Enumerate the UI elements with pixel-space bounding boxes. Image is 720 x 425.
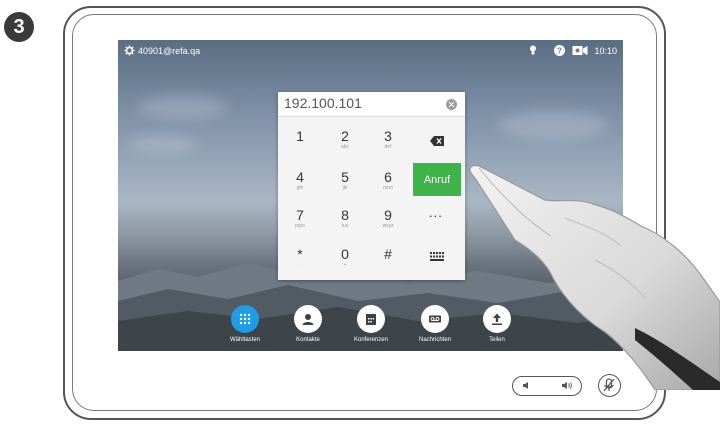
nav-conferences-button[interactable]: Konferenzen: [341, 305, 401, 343]
dial-key[interactable]: 2 abc: [325, 125, 365, 159]
dial-key[interactable]: *.: [280, 243, 320, 277]
pointing-hand-icon: [469, 165, 720, 390]
dialpad-icon: [231, 305, 259, 333]
nav-label: Kontakte: [296, 337, 320, 343]
camera-self-view-icon[interactable]: [572, 45, 588, 56]
dial-key[interactable]: #: [368, 243, 408, 277]
calendar-icon: [357, 305, 385, 333]
svg-text:?: ?: [557, 47, 562, 56]
dial-input[interactable]: 192.100.101: [278, 92, 465, 117]
dial-key[interactable]: 8 tuv: [325, 204, 365, 238]
voicemail-icon: [421, 305, 449, 333]
step-number-badge: 3: [4, 12, 34, 42]
keyboard-icon[interactable]: [430, 252, 444, 261]
dial-key[interactable]: 7 pqrs: [280, 204, 320, 238]
clear-input-icon[interactable]: [446, 99, 457, 110]
clock: 10:10: [594, 46, 617, 56]
dialed-number: 192.100.101: [284, 95, 362, 111]
nav-dialpad-button[interactable]: Wähltasten: [215, 305, 275, 343]
nav-label: Wähltasten: [229, 337, 260, 343]
nav-contacts-button[interactable]: Kontakte: [278, 305, 338, 343]
dial-key[interactable]: 0 +: [325, 243, 365, 277]
call-button[interactable]: Anruf: [413, 163, 461, 196]
more-icon[interactable]: ...: [429, 205, 443, 220]
dial-key[interactable]: 6 mno: [368, 166, 408, 200]
contact-icon: [294, 305, 322, 333]
dial-key[interactable]: 1: [280, 125, 320, 159]
settings-icon[interactable]: [124, 45, 135, 56]
dial-key[interactable]: 5 jkl: [325, 166, 365, 200]
light-bulb-icon[interactable]: [529, 45, 537, 56]
nav-label: Konferenzen: [353, 337, 389, 343]
help-icon[interactable]: ?: [554, 45, 565, 56]
account-name: 40901@refa.qa: [138, 46, 201, 56]
status-bar: 40901@refa.qa ? 10:10: [118, 40, 623, 62]
dial-key[interactable]: 9 wxyz: [368, 204, 408, 238]
dial-key[interactable]: 4 ghi: [280, 166, 320, 200]
dial-key[interactable]: 3 def: [368, 125, 408, 159]
backspace-icon[interactable]: [430, 136, 444, 146]
